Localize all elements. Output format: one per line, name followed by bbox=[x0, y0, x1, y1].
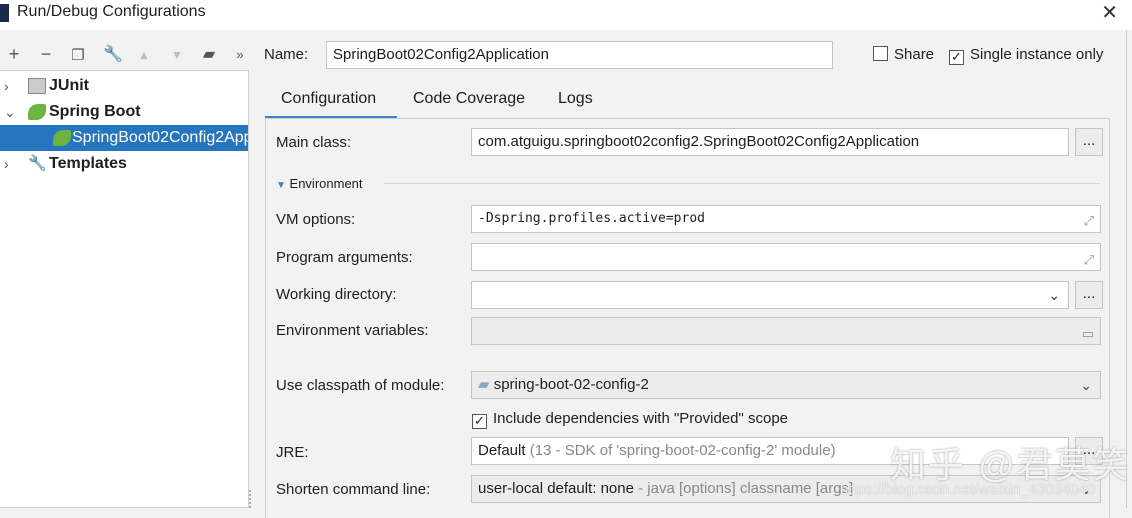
chevron-down-icon[interactable]: ⌄ bbox=[1048, 282, 1060, 308]
wrench-icon: 🔧 bbox=[28, 155, 47, 172]
environment-variables-label: Environment variables: bbox=[276, 322, 429, 339]
share-checkbox[interactable]: Share bbox=[873, 46, 934, 63]
folder-add-icon[interactable]: ▰ bbox=[199, 44, 219, 64]
tab-code-coverage[interactable]: Code Coverage bbox=[413, 90, 525, 108]
tab-configuration[interactable]: Configuration bbox=[281, 90, 376, 108]
arrow-up-icon[interactable]: ▲ bbox=[134, 48, 154, 62]
wrench-icon[interactable]: 🔧 bbox=[103, 44, 123, 64]
splitter-handle[interactable] bbox=[249, 490, 253, 508]
spring-boot-icon bbox=[28, 104, 46, 120]
working-directory-input[interactable]: ⌄ bbox=[471, 281, 1069, 309]
single-instance-checkbox[interactable]: ✓ Single instance only bbox=[949, 46, 1103, 65]
main-class-input[interactable]: com.atguigu.springboot02config2.SpringBo… bbox=[471, 128, 1069, 156]
triangle-down-icon: ▼ bbox=[276, 180, 286, 191]
copy-icon[interactable]: ❐ bbox=[68, 46, 88, 64]
tree-item-junit[interactable]: › JUnit bbox=[0, 73, 248, 99]
window-title: Run/Debug Configurations bbox=[17, 3, 206, 20]
minus-icon[interactable]: − bbox=[36, 44, 56, 65]
main-class-label: Main class: bbox=[276, 134, 352, 151]
checkbox-checked[interactable]: ✓ bbox=[949, 50, 964, 65]
chevron-right-icon[interactable]: › bbox=[4, 151, 9, 177]
config-tree[interactable]: › JUnit ⌄ Spring Boot SpringBoot02Config… bbox=[0, 70, 249, 508]
checkbox[interactable] bbox=[873, 46, 888, 61]
program-arguments-label: Program arguments: bbox=[276, 249, 413, 266]
expand-icon[interactable]: ⤢ bbox=[1084, 209, 1094, 232]
vm-options-input[interactable]: -Dspring.profiles.active=prod ⤢ bbox=[471, 205, 1101, 233]
environment-variables-input[interactable]: ▭ bbox=[471, 317, 1101, 345]
tree-item-spring-boot[interactable]: ⌄ Spring Boot bbox=[0, 99, 248, 125]
program-arguments-input[interactable]: ⤢ bbox=[471, 243, 1101, 271]
vm-options-label: VM options: bbox=[276, 211, 356, 228]
module-folder-icon: ▰ bbox=[478, 376, 490, 393]
chevron-down-icon[interactable]: ⌄ bbox=[4, 99, 16, 125]
expand-icon[interactable]: ⤢ bbox=[1084, 247, 1094, 270]
working-directory-label: Working directory: bbox=[276, 286, 397, 303]
module-label: Use classpath of module: bbox=[276, 377, 445, 394]
shorten-command-line-label: Shorten command line: bbox=[276, 481, 431, 498]
folder-icon[interactable]: ▭ bbox=[1082, 321, 1094, 344]
title-bar: Run/Debug Configurations ✕ bbox=[0, 0, 1132, 30]
csdn-watermark: https://blog.csdn.net/weixin_43034040 bbox=[840, 481, 1096, 498]
environment-section-toggle[interactable]: ▼ Environment bbox=[276, 176, 363, 191]
jre-label: JRE: bbox=[276, 444, 309, 461]
include-dependencies-checkbox[interactable]: ✓ Include dependencies with "Provided" sc… bbox=[472, 410, 788, 429]
browse-working-directory-button[interactable]: ... bbox=[1075, 281, 1103, 309]
checkbox-checked[interactable]: ✓ bbox=[472, 414, 487, 429]
more-icon[interactable]: » bbox=[230, 47, 250, 62]
junit-icon bbox=[28, 78, 46, 94]
chevron-right-icon[interactable]: › bbox=[4, 73, 9, 99]
arrow-down-icon[interactable]: ▼ bbox=[167, 48, 187, 62]
chevron-down-icon[interactable]: ⌄ bbox=[1080, 372, 1092, 398]
plus-icon[interactable]: + bbox=[4, 44, 24, 65]
name-input[interactable]: SpringBoot02Config2Application bbox=[326, 41, 833, 69]
tree-item-templates[interactable]: › 🔧 Templates bbox=[0, 151, 248, 177]
spring-boot-icon bbox=[53, 130, 71, 146]
close-icon[interactable]: ✕ bbox=[1101, 0, 1118, 25]
tree-item-springboot02config2application[interactable]: SpringBoot02Config2Application bbox=[0, 125, 248, 151]
intellij-icon bbox=[0, 4, 9, 22]
browse-main-class-button[interactable]: ... bbox=[1075, 128, 1103, 156]
section-divider bbox=[384, 183, 1100, 184]
tab-logs[interactable]: Logs bbox=[558, 90, 593, 108]
module-select[interactable]: ▰ spring-boot-02-config-2 ⌄ bbox=[471, 371, 1101, 399]
name-label: Name: bbox=[264, 46, 309, 63]
